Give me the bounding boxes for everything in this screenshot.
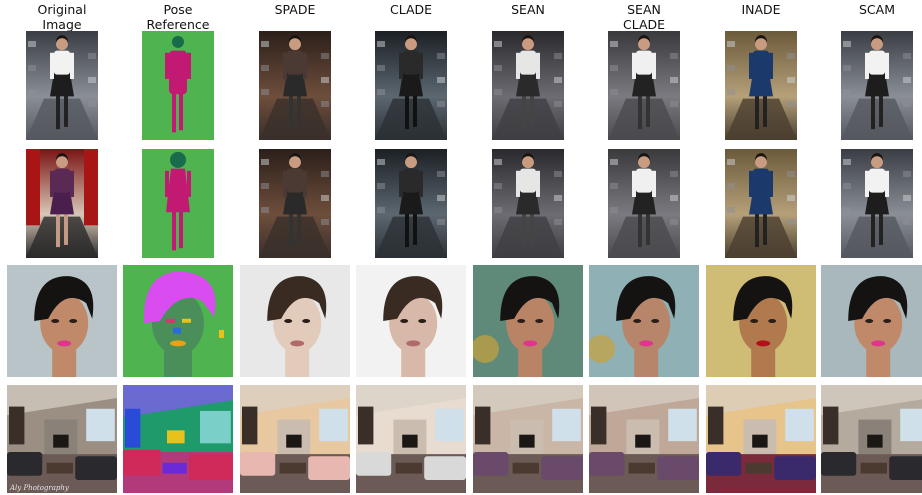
column-header-2: SPADE — [274, 2, 316, 17]
image-fashion-runway-1-col3 — [375, 31, 447, 140]
image-content — [142, 149, 214, 258]
image-content — [240, 385, 350, 493]
image-content — [492, 31, 564, 140]
column-header-1: Pose Reference — [146, 2, 210, 32]
image-living-room-col7 — [821, 385, 922, 493]
image-fashion-runway-2-col3 — [375, 149, 447, 258]
image-content — [821, 265, 922, 377]
image-fashion-runway-2-col7 — [841, 149, 913, 258]
image-living-room-col5 — [589, 385, 699, 493]
image-content — [356, 385, 466, 493]
image-content — [240, 265, 350, 377]
image-fashion-runway-2-col2 — [259, 149, 331, 258]
image-face-portrait-col5 — [589, 265, 699, 377]
image-fashion-runway-1-col6 — [725, 31, 797, 140]
image-face-portrait-col2 — [240, 265, 350, 377]
image-content — [26, 149, 98, 258]
image-content — [725, 31, 797, 140]
image-content — [259, 31, 331, 140]
image-face-portrait-col6 — [706, 265, 816, 377]
image-content — [142, 31, 214, 140]
column-header-7: SCAM — [859, 2, 895, 17]
image-content — [725, 149, 797, 258]
image-content — [7, 265, 117, 377]
image-face-portrait-col3 — [356, 265, 466, 377]
watermark: Aly Photography — [10, 484, 69, 492]
image-living-room-col6 — [706, 385, 816, 493]
image-face-portrait-col1 — [123, 265, 233, 377]
image-living-room-col4 — [473, 385, 583, 493]
image-fashion-runway-1-col0 — [26, 31, 98, 140]
column-header-3: CLADE — [389, 2, 433, 17]
image-fashion-runway-1-col7 — [841, 31, 913, 140]
column-header-4: SEAN — [511, 2, 545, 17]
image-fashion-runway-2-col1 — [142, 149, 214, 258]
image-face-portrait-col7 — [821, 265, 922, 377]
image-content — [7, 385, 117, 493]
image-content — [841, 31, 913, 140]
image-fashion-runway-1-col2 — [259, 31, 331, 140]
image-content — [473, 385, 583, 493]
image-fashion-runway-1-col1 — [142, 31, 214, 140]
image-content — [589, 385, 699, 493]
image-content — [706, 265, 816, 377]
column-header-5: SEAN CLADE — [622, 2, 666, 32]
image-fashion-runway-2-col0 — [26, 149, 98, 258]
image-content — [821, 385, 922, 493]
image-fashion-runway-1-col5 — [608, 31, 680, 140]
image-fashion-runway-1-col4 — [492, 31, 564, 140]
image-living-room-col2 — [240, 385, 350, 493]
image-living-room-col0: Aly Photography — [7, 385, 117, 493]
image-face-portrait-col4 — [473, 265, 583, 377]
image-content — [375, 149, 447, 258]
image-face-portrait-col0 — [7, 265, 117, 377]
image-fashion-runway-2-col4 — [492, 149, 564, 258]
image-content — [473, 265, 583, 377]
image-fashion-runway-2-col6 — [725, 149, 797, 258]
image-content — [608, 31, 680, 140]
image-content — [356, 265, 466, 377]
image-fashion-runway-2-col5 — [608, 149, 680, 258]
image-content — [492, 149, 564, 258]
image-content — [26, 31, 98, 140]
image-content — [706, 385, 816, 493]
column-header-0: Original Image — [37, 2, 87, 32]
image-content — [375, 31, 447, 140]
image-content — [259, 149, 331, 258]
image-content — [608, 149, 680, 258]
column-header-6: INADE — [741, 2, 781, 17]
image-living-room-col3 — [356, 385, 466, 493]
image-content — [123, 265, 233, 377]
image-content — [841, 149, 913, 258]
image-content — [123, 385, 233, 493]
image-content — [589, 265, 699, 377]
image-living-room-col1 — [123, 385, 233, 493]
